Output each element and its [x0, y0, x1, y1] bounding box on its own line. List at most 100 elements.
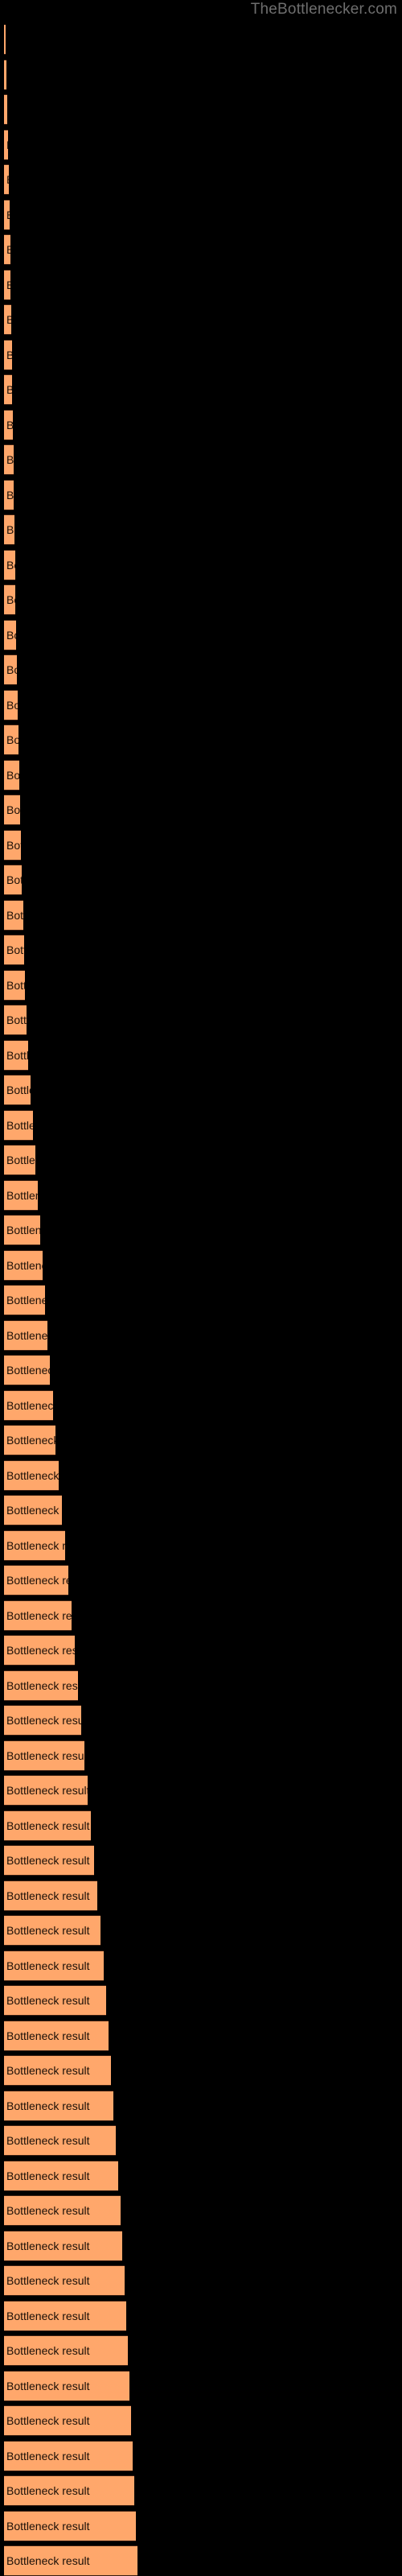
- chart-bar: Bottleneck result: [4, 2160, 118, 2191]
- chart-bar: Bottleneck result: [4, 1635, 75, 1666]
- chart-bar-label: Bottleneck result: [6, 1258, 43, 1272]
- chart-bar: Bottleneck result: [4, 374, 12, 405]
- chart-bar: Bottleneck result: [4, 59, 6, 90]
- chart-bar: Bottleneck result: [4, 2090, 113, 2121]
- chart-bar: Bottleneck result: [4, 129, 8, 160]
- chart-bar-label: Bottleneck result: [6, 1328, 47, 1342]
- chart-bar-label: Bottleneck result: [6, 1574, 68, 1587]
- chart-bar: Bottleneck result: [4, 689, 18, 720]
- chart-bar-label: Bottleneck result: [6, 1398, 53, 1412]
- chart-bar-label: Bottleneck result: [6, 1678, 78, 1692]
- chart-bar: Bottleneck result: [4, 1319, 47, 1351]
- chart-bar-label: Bottleneck result: [6, 2519, 90, 2533]
- chart-bar-label: Bottleneck result: [6, 2414, 90, 2427]
- chart-bar-label: Bottleneck result: [6, 1714, 81, 1727]
- chart-bar-label: Bottleneck result: [6, 943, 24, 956]
- chart-bar: Bottleneck result: [4, 1459, 59, 1491]
- chart-bar-label: Bottleneck result: [6, 314, 11, 325]
- chart-bar: Bottleneck result: [4, 1705, 81, 1736]
- chart-bar: Bottleneck result: [4, 1285, 45, 1315]
- chart-bar: Bottleneck result: [4, 1600, 72, 1631]
- chart-bar-label: Bottleneck result: [6, 1364, 50, 1377]
- chart-bar: Bottleneck result: [4, 865, 22, 895]
- chart-bar-label: Bottleneck result: [6, 1294, 45, 1307]
- chart-bar-label: Bottleneck result: [6, 2239, 90, 2252]
- chart-bar-label: Bottleneck result: [6, 628, 16, 642]
- chart-bar-label: Bottleneck result: [6, 2554, 90, 2567]
- chart-bar-label: Bottleneck result: [6, 1748, 84, 1762]
- chart-bar: Bottleneck result: [4, 1950, 104, 1981]
- chart-bar: Bottleneck result: [4, 1670, 78, 1701]
- chart-bar-label: Bottleneck result: [6, 978, 25, 992]
- chart-bar-label: Bottleneck result: [6, 1224, 40, 1236]
- chart-bar-label: Bottleneck result: [6, 2344, 90, 2357]
- chart-bar-label: Bottleneck result: [6, 1468, 59, 1482]
- chart-bar-label: Bottleneck result: [6, 1889, 90, 1902]
- chart-bar: Bottleneck result: [4, 1530, 65, 1561]
- chart-bar: Bottleneck result: [4, 899, 23, 931]
- chart-bar-label: Bottleneck result: [6, 1538, 65, 1552]
- chart-bar: Bottleneck result: [4, 2230, 122, 2261]
- chart-bar-label: Bottleneck result: [6, 558, 15, 572]
- chart-bar: Bottleneck result: [4, 759, 19, 791]
- chart-bar: Bottleneck result: [4, 2265, 125, 2296]
- chart-bar-label: Bottleneck result: [6, 1644, 75, 1657]
- chart-bar: Bottleneck result: [4, 2545, 137, 2576]
- chart-bar-label: Bottleneck result: [6, 838, 21, 852]
- chart-bar-label: Bottleneck result: [6, 1854, 90, 1867]
- chart-bar-label: Bottleneck result: [6, 174, 9, 185]
- chart-bar: Bottleneck result: [4, 409, 13, 440]
- chart-bar-label: Bottleneck result: [6, 1818, 90, 1832]
- chart-bar: Bottleneck result: [4, 1915, 100, 1946]
- chart-bar-label: Bottleneck result: [6, 104, 7, 115]
- chart-bar: Bottleneck result: [4, 1425, 55, 1455]
- chart-bar-label: Bottleneck result: [6, 1959, 90, 1972]
- chart-bar: Bottleneck result: [4, 1985, 106, 2016]
- chart-bar: Bottleneck result: [4, 584, 15, 615]
- chart-bar: Bottleneck result: [4, 24, 6, 55]
- chart-bar: Bottleneck result: [4, 1109, 33, 1141]
- chart-bar-label: Bottleneck result: [6, 244, 10, 255]
- chart-bar-label: Bottleneck result: [6, 384, 12, 395]
- chart-bar-label: Bottleneck result: [6, 2134, 90, 2147]
- chart-bar: Bottleneck result: [4, 654, 17, 685]
- chart-bar-label: Bottleneck result: [6, 209, 10, 221]
- chart-bar-label: Bottleneck result: [6, 2169, 90, 2182]
- chart-bar: Bottleneck result: [4, 724, 18, 755]
- chart-bar-label: Bottleneck result: [6, 1608, 72, 1622]
- chart-bar: Bottleneck result: [4, 1249, 43, 1281]
- chart-bar: Bottleneck result: [4, 2440, 133, 2471]
- chart-bar-label: Bottleneck result: [6, 1048, 28, 1062]
- chart-bar-label: Bottleneck result: [6, 803, 20, 816]
- chart-bar-label: Bottleneck result: [6, 663, 17, 676]
- chart-bar: Bottleneck result: [4, 514, 14, 545]
- chart-bar-label: Bottleneck result: [6, 419, 13, 431]
- chart-bar-label: Bottleneck result: [6, 349, 12, 361]
- chart-bar-label: Bottleneck result: [6, 2274, 90, 2287]
- chart-bar-label: Bottleneck result: [6, 1154, 35, 1166]
- chart-bar-label: Bottleneck result: [6, 2064, 90, 2077]
- chart-bar: Bottleneck result: [4, 479, 14, 510]
- chart-bar-label: Bottleneck result: [6, 1924, 90, 1937]
- chart-bar: Bottleneck result: [4, 549, 15, 580]
- chart-bar: Bottleneck result: [4, 1355, 50, 1385]
- chart-bar: Bottleneck result: [4, 444, 14, 475]
- chart-bar: Bottleneck result: [4, 1145, 35, 1175]
- chart-bar-label: Bottleneck result: [6, 1084, 31, 1096]
- chart-bar: Bottleneck result: [4, 1565, 68, 1596]
- chart-bar-label: Bottleneck result: [6, 2029, 90, 2042]
- bars-layer: Bottleneck result Bottleneck result Bottle…: [0, 0, 402, 2576]
- chart-bar-label: Bottleneck result: [6, 2309, 90, 2322]
- chart-bar-label: Bottleneck result: [6, 523, 14, 536]
- chart-bar-label: Bottleneck result: [6, 453, 14, 466]
- chart-bar-label: Bottleneck result: [6, 139, 8, 151]
- chart-bar: Bottleneck result: [4, 1179, 38, 1211]
- chart-bar-label: Bottleneck result: [6, 2099, 90, 2112]
- chart-bar: Bottleneck result: [4, 1075, 31, 1105]
- chart-bar: Bottleneck result: [4, 1215, 40, 1245]
- chart-bar: Bottleneck result: [4, 969, 25, 1001]
- chart-bar-label: Bottleneck result: [6, 279, 10, 291]
- chart-bar: Bottleneck result: [4, 619, 16, 650]
- chart-bar: Bottleneck result: [4, 304, 11, 335]
- chart-bar-label: Bottleneck result: [6, 1784, 88, 1797]
